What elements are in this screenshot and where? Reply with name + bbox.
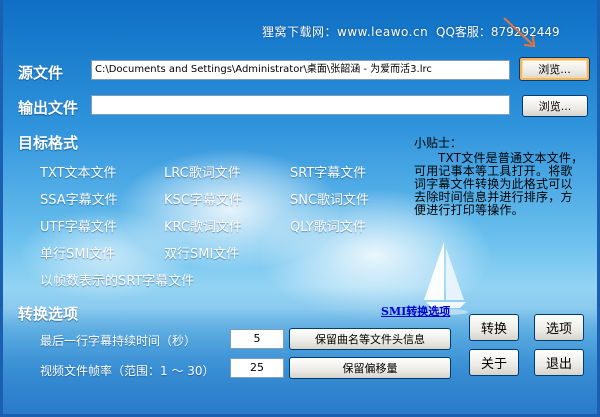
format-option-double-smi[interactable]: 双行SMI文件 xyxy=(164,243,239,262)
source-browse-button[interactable]: 浏览... xyxy=(519,57,590,81)
keep-header-button[interactable]: 保留曲名等文件头信息 xyxy=(289,328,451,350)
target-format-title: 目标格式 xyxy=(18,134,79,152)
pointer-arrow-icon xyxy=(503,17,536,48)
last-line-duration-input[interactable]: 5 xyxy=(230,329,284,349)
source-file-label: 源文件 xyxy=(18,64,64,82)
format-option-snc[interactable]: SNC歌词文件 xyxy=(290,189,369,208)
tips-body: TXT文件是普通文本文件，可用记事本等工具打开。将歌词字幕文件转换为此格式可以去… xyxy=(414,151,584,217)
keep-offset-button[interactable]: 保留偏移量 xyxy=(289,357,451,379)
format-option-lrc[interactable]: LRC歌词文件 xyxy=(164,162,241,181)
format-option-srt[interactable]: SRT字幕文件 xyxy=(290,162,366,181)
format-option-krc[interactable]: KRC歌词文件 xyxy=(164,216,242,235)
output-browse-button[interactable]: 浏览... xyxy=(522,95,588,117)
format-option-single-smi[interactable]: 单行SMI文件 xyxy=(40,243,115,262)
qq-support-text: QQ客服：879292449 xyxy=(436,25,560,39)
output-file-input[interactable] xyxy=(91,95,510,115)
convert-button[interactable]: 转换 xyxy=(469,314,519,341)
about-button[interactable]: 关于 xyxy=(469,349,519,376)
source-file-input[interactable]: C:\Documents and Settings\Administrator\… xyxy=(91,60,510,80)
brand-text: 狸窝下载网：www.leawo.cn xyxy=(262,25,429,39)
window-border xyxy=(0,0,3,417)
options-button[interactable]: 选项 xyxy=(534,314,584,341)
output-file-label: 输出文件 xyxy=(18,99,79,117)
format-option-frame-srt[interactable]: 以帧数表示的SRT字幕文件 xyxy=(40,270,194,289)
format-option-ksc[interactable]: KSC字幕文件 xyxy=(164,189,242,208)
smi-options-link[interactable]: SMI转换选项 xyxy=(381,303,450,319)
frame-rate-label: 视频文件帧率（范围：1 ～ 30） xyxy=(40,364,215,378)
last-line-duration-label: 最后一行字幕持续时间（秒） xyxy=(40,334,197,348)
frame-rate-input[interactable]: 25 xyxy=(230,358,284,378)
format-option-utf[interactable]: UTF字幕文件 xyxy=(40,216,117,235)
tips-title: 小贴士： xyxy=(414,136,463,150)
conversion-options-title: 转换选项 xyxy=(18,305,79,323)
exit-button[interactable]: 退出 xyxy=(534,349,584,376)
converter-window: 狸窝下载网：www.leawo.cn QQ客服：879292449 源文件 C:… xyxy=(0,0,600,417)
format-option-txt[interactable]: TXT文本文件 xyxy=(40,162,117,181)
format-option-ssa[interactable]: SSA字幕文件 xyxy=(40,189,118,208)
format-option-qly[interactable]: QLY歌词文件 xyxy=(290,216,366,235)
